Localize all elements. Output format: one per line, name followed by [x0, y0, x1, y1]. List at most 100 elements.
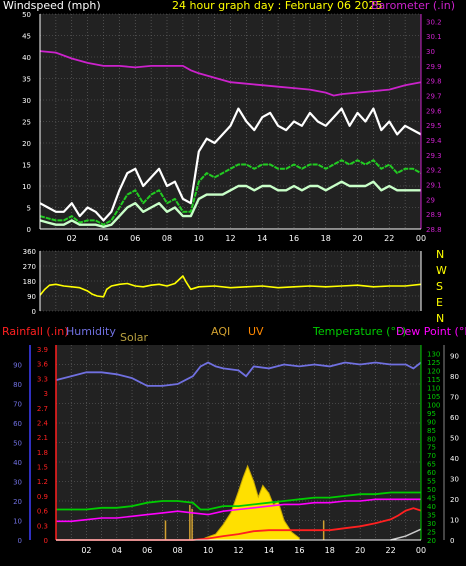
- chart1-x-tick-label: 00: [416, 234, 426, 243]
- temperature-tick-label: 100: [427, 401, 440, 409]
- uv-tick-label: 40: [450, 455, 459, 463]
- humidity-tick-label: 80: [13, 381, 22, 389]
- chart2-y-tick-label: 270: [23, 263, 36, 271]
- chart1-right-tick-label: 29.5: [426, 122, 442, 130]
- rainfall-tick-label: 2.1: [37, 434, 48, 442]
- rainfall-tick-label: 1.5: [37, 464, 48, 472]
- temperature-tick-label: 30: [427, 520, 436, 528]
- temperature-tick-label: 70: [427, 452, 436, 460]
- chart2-wind-direction: 090180270360 NWSEN: [23, 248, 447, 325]
- rainfall-tick-label: 0.9: [37, 493, 48, 501]
- chart1-x-tick-label: 08: [162, 234, 172, 243]
- chart1-right-tick-label: 29.4: [426, 137, 442, 145]
- temperature-tick-label: 50: [427, 486, 436, 494]
- rainfall-label: Rainfall (.in): [2, 325, 69, 338]
- chart1-x-tick-label: 20: [352, 234, 362, 243]
- uv-tick-label: 20: [450, 496, 459, 504]
- uv-tick-label: 50: [450, 434, 459, 442]
- temperature-tick-label: 75: [427, 444, 436, 452]
- chart2-compass-label: W: [436, 264, 447, 277]
- chart2-y-tick-label: 180: [23, 278, 36, 286]
- chart3-rain-humidity-temp: 02 04 06 08 10 12 14 16 18 20 22 00 010203040506070…: [2, 325, 466, 555]
- temperature-tick-label: 85: [427, 427, 436, 435]
- solar-label: Solar: [120, 331, 149, 344]
- rainfall-tick-label: 0.6: [37, 508, 49, 516]
- chart1-right-tick-label: 29: [426, 196, 435, 204]
- temperature-tick-label: 115: [427, 376, 440, 384]
- chart1-left-tick-label: 15: [22, 162, 31, 170]
- rainfall-tick-label: 1.8: [37, 449, 48, 457]
- uv-tick-label: 60: [450, 414, 459, 422]
- chart1-right-tick-label: 28.9: [426, 211, 442, 219]
- chart1-right-label: Barometer (.in): [371, 0, 455, 12]
- chart1-right-tick-label: 29.3: [426, 152, 442, 160]
- rainfall-tick-label: 0: [44, 537, 48, 545]
- uv-tick-label: 30: [450, 475, 459, 483]
- rainfall-tick-label: 3.6: [37, 361, 49, 369]
- chart1-left-tick-label: 30: [22, 97, 31, 105]
- chart1-right-tick-label: 30: [426, 48, 435, 56]
- chart1-right-tick-label: 29.1: [426, 182, 442, 190]
- chart2-compass-label: N: [436, 312, 444, 325]
- humidity-tick-label: 70: [13, 401, 22, 409]
- chart1-x-tick-label: 06: [130, 234, 140, 243]
- humidity-tick-label: 20: [13, 498, 22, 506]
- chart3-x-tick-label: 22: [385, 546, 395, 555]
- chart3-x-tick-label: 14: [264, 546, 274, 555]
- temperature-label: Temperature (°F): [312, 325, 407, 338]
- chart1-right-tick-label: 29.2: [426, 167, 442, 175]
- chart3-x-tick-label: 08: [173, 546, 183, 555]
- rainfall-tick-label: 3.9: [37, 346, 48, 354]
- chart1-right-tick-label: 29.7: [426, 93, 442, 101]
- chart1-left-tick-label: 50: [22, 11, 31, 19]
- rainfall-tick-label: 2.7: [37, 405, 48, 413]
- chart3-x-tick-label: 10: [203, 546, 213, 555]
- chart2-y-tick-label: 360: [23, 248, 36, 256]
- temperature-tick-label: 60: [427, 469, 436, 477]
- temperature-tick-label: 35: [427, 512, 436, 520]
- weather-graph: 02 04 06 08 10 12 14 16 18 20 22 00 051015202530354…: [2, 0, 466, 555]
- chart3-x-tick-label: 12: [233, 546, 243, 555]
- chart2-compass-label: N: [436, 248, 444, 261]
- humidity-label: Humidity: [66, 325, 116, 338]
- chart1-right-tick-label: 30.1: [426, 33, 442, 41]
- chart1-left-tick-label: 10: [22, 183, 31, 191]
- chart1-wind-barometer: 02 04 06 08 10 12 14 16 18 20 22 00 0 5 10 15 20 25 30 35 4…: [3, 0, 455, 243]
- temperature-tick-label: 40: [427, 503, 436, 511]
- chart1-right-tick-label: 28.8: [426, 226, 442, 234]
- chart1-x-tick-label: 02: [67, 234, 77, 243]
- chart1-left-tick-label: 40: [22, 54, 31, 62]
- chart2-compass-label: E: [436, 296, 443, 309]
- chart1-left-label: Windspeed (mph): [3, 0, 101, 12]
- humidity-tick-label: 90: [13, 362, 22, 370]
- temperature-tick-label: 20: [427, 537, 436, 545]
- chart1-x-tick-label: 22: [384, 234, 394, 243]
- dew-point-label: Dew Point (°F): [396, 325, 466, 338]
- chart1-x-tick-label: 16: [289, 234, 299, 243]
- temperature-tick-label: 130: [427, 350, 440, 358]
- temperature-tick-label: 25: [427, 529, 436, 537]
- chart3-x-tick-label: 04: [112, 546, 122, 555]
- uv-tick-label: 10: [450, 516, 459, 524]
- chart2-y-tick-label: 90: [27, 293, 36, 301]
- chart3-x-tick-label: 06: [142, 546, 152, 555]
- chart1-right-tick-label: 30.2: [426, 18, 442, 26]
- uv-tick-label: 80: [450, 373, 459, 381]
- chart3-x-tick-label: 00: [416, 546, 426, 555]
- uv-label: UV: [248, 325, 264, 338]
- chart1-left-tick-label: 25: [22, 119, 31, 127]
- rainfall-tick-label: 1.2: [37, 478, 48, 486]
- chart1-x-tick-label: 10: [194, 234, 204, 243]
- temperature-tick-label: 95: [427, 410, 436, 418]
- uv-tick-label: 90: [450, 352, 459, 360]
- chart3-x-tick-label: 16: [294, 546, 304, 555]
- temperature-tick-label: 45: [427, 495, 436, 503]
- chart1-right-tick-label: 29.9: [426, 63, 442, 71]
- chart1-left-tick-label: 20: [22, 140, 31, 148]
- humidity-tick-label: 40: [13, 459, 22, 467]
- temperature-tick-label: 90: [427, 418, 436, 426]
- aqi-label: AQI: [211, 325, 230, 338]
- rainfall-tick-label: 2.4: [37, 419, 49, 427]
- chart1-left-tick-label: 35: [22, 76, 31, 84]
- chart1-title: 24 hour graph day : February 06 2025: [172, 0, 383, 12]
